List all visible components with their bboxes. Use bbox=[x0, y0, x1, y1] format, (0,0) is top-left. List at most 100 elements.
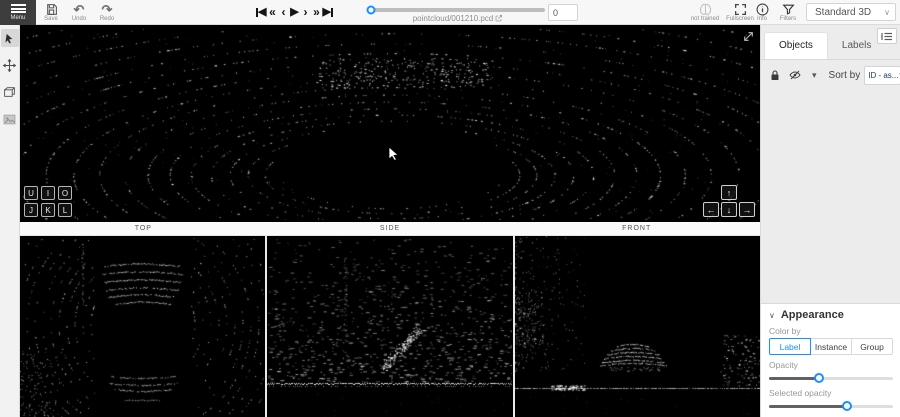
image-icon bbox=[3, 114, 16, 125]
move-down-button[interactable]: ↓ bbox=[721, 202, 737, 217]
next-frame-button[interactable]: › bbox=[300, 3, 310, 21]
menu-button[interactable]: Menu bbox=[0, 0, 36, 25]
rotate-key-j[interactable]: J bbox=[24, 203, 38, 217]
cursor-icon bbox=[4, 32, 15, 45]
objects-list-empty bbox=[761, 88, 900, 303]
info-label: Info bbox=[757, 16, 767, 22]
fullscreen-icon bbox=[734, 3, 747, 16]
appearance-panel: ∨ Appearance Color by Label Instance Gro… bbox=[761, 303, 900, 417]
rotate-key-k[interactable]: K bbox=[41, 203, 55, 217]
ai-tools-button[interactable]: not trained bbox=[688, 1, 722, 24]
top-view-label: TOP bbox=[20, 222, 267, 235]
cursor-tool-button[interactable] bbox=[1, 29, 19, 47]
collapse-appearance-icon: ∨ bbox=[769, 311, 775, 320]
save-icon bbox=[45, 3, 58, 16]
move-up-button[interactable]: ↑ bbox=[721, 185, 737, 200]
tab-objects[interactable]: Objects bbox=[764, 32, 828, 59]
last-frame-button[interactable]: ▶ bbox=[322, 3, 332, 21]
hide-all-button[interactable] bbox=[789, 70, 801, 80]
workspace-select-value: Standard 3D bbox=[807, 7, 884, 18]
chevron-down-icon: ∨ bbox=[884, 8, 895, 17]
redo-icon: ↷ bbox=[102, 3, 113, 16]
controls-sidebar bbox=[0, 25, 20, 417]
forward-frame-button[interactable]: » bbox=[311, 3, 321, 21]
save-button[interactable]: Save bbox=[38, 1, 64, 24]
color-by-instance-button[interactable]: Instance bbox=[810, 338, 852, 355]
player-controls: ◀ « ‹ ▶ › » ▶ bbox=[256, 3, 333, 21]
opacity-slider-handle[interactable] bbox=[814, 373, 824, 383]
mouse-cursor bbox=[388, 146, 399, 161]
tab-labels[interactable]: Labels bbox=[828, 33, 885, 59]
perspective-canvas[interactable] bbox=[20, 25, 760, 222]
backward-frame-button[interactable]: « bbox=[267, 3, 277, 21]
ai-tools-label: not trained bbox=[691, 16, 719, 22]
frame-slider[interactable] bbox=[371, 8, 545, 12]
undo-button[interactable]: ↶ Undo bbox=[66, 1, 92, 24]
previous-frame-button[interactable]: ‹ bbox=[278, 3, 288, 21]
workspace-select[interactable]: Standard 3D ∨ bbox=[806, 3, 896, 21]
info-button[interactable]: Info bbox=[750, 1, 774, 24]
ortho-views bbox=[20, 236, 760, 417]
appearance-title: Appearance bbox=[781, 309, 844, 321]
menu-label: Menu bbox=[10, 15, 25, 21]
front-view-canvas[interactable] bbox=[515, 236, 760, 417]
redo-label: Redo bbox=[100, 16, 114, 22]
side-view[interactable] bbox=[267, 236, 512, 417]
hamburger-icon bbox=[11, 4, 26, 13]
rotate-key-i[interactable]: I bbox=[41, 186, 55, 200]
perspective-view[interactable]: U I O J K L ↑ ← ↓ → bbox=[20, 25, 760, 222]
front-view[interactable] bbox=[515, 236, 760, 417]
selected-opacity-label: Selected opacity bbox=[769, 388, 893, 398]
play-button[interactable]: ▶ bbox=[289, 3, 299, 21]
sidebar-tabs: Objects Labels bbox=[761, 33, 900, 60]
draw-cuboid-button[interactable] bbox=[1, 83, 19, 101]
top-toolbar: Menu Save ↶ Undo ↷ Redo ◀ « ‹ ▶ › » ▶ po… bbox=[0, 0, 900, 25]
ortho-view-labels: TOP SIDE FRONT bbox=[20, 222, 760, 236]
redo-button[interactable]: ↷ Redo bbox=[94, 1, 120, 24]
info-icon bbox=[756, 3, 769, 16]
side-view-canvas[interactable] bbox=[267, 236, 512, 417]
rotate-key-u[interactable]: U bbox=[24, 186, 38, 200]
opacity-label: Opacity bbox=[769, 360, 893, 370]
lock-icon bbox=[770, 70, 780, 81]
top-view-canvas[interactable] bbox=[20, 236, 265, 417]
filters-button[interactable]: Filters bbox=[776, 1, 800, 24]
photo-context-button[interactable] bbox=[1, 110, 19, 128]
lock-all-button[interactable] bbox=[770, 70, 780, 81]
cuboid-icon bbox=[3, 86, 16, 98]
move-tool-button[interactable] bbox=[1, 56, 19, 74]
opacity-slider[interactable] bbox=[769, 373, 893, 383]
undo-label: Undo bbox=[72, 16, 86, 22]
move-left-button[interactable]: ← bbox=[703, 202, 719, 217]
color-by-group: Label Instance Group bbox=[769, 338, 893, 355]
resize-view-icon[interactable] bbox=[742, 30, 755, 43]
top-view[interactable] bbox=[20, 236, 265, 417]
side-view-label: SIDE bbox=[267, 222, 514, 235]
sort-by-label: Sort by bbox=[829, 70, 861, 81]
rotate-key-o[interactable]: O bbox=[58, 186, 72, 200]
color-by-group-button[interactable]: Group bbox=[851, 338, 893, 355]
selected-opacity-slider-handle[interactable] bbox=[842, 401, 852, 411]
frame-number-input[interactable] bbox=[548, 4, 578, 21]
save-label: Save bbox=[44, 16, 58, 22]
first-frame-button[interactable]: ◀ bbox=[256, 3, 266, 21]
expand-all-caret-icon[interactable]: ▾ bbox=[812, 70, 817, 81]
color-by-label: Color by bbox=[769, 326, 893, 336]
move-right-button[interactable]: → bbox=[739, 202, 755, 217]
rotate-key-l[interactable]: L bbox=[58, 203, 72, 217]
appearance-header[interactable]: ∨ Appearance bbox=[769, 309, 893, 321]
frame-filename: pointcloud/001210.pcd bbox=[371, 14, 545, 23]
move-icon bbox=[3, 59, 16, 72]
selected-opacity-slider[interactable] bbox=[769, 401, 893, 411]
brain-icon bbox=[698, 3, 713, 16]
undo-icon: ↶ bbox=[74, 3, 85, 16]
annotation-app: Menu Save ↶ Undo ↷ Redo ◀ « ‹ ▶ › » ▶ po… bbox=[0, 0, 900, 417]
filter-icon bbox=[782, 3, 795, 16]
objects-sidebar: Objects Labels ▾ Sort by ID - as... ∨ ∨ … bbox=[760, 25, 900, 417]
sort-select[interactable]: ID - as... ∨ bbox=[864, 66, 900, 85]
eye-slash-icon bbox=[789, 70, 801, 80]
filters-label: Filters bbox=[780, 16, 796, 22]
color-by-label-button[interactable]: Label bbox=[769, 338, 811, 355]
sort-select-value: ID - as... bbox=[865, 71, 898, 80]
front-view-label: FRONT bbox=[513, 222, 760, 235]
